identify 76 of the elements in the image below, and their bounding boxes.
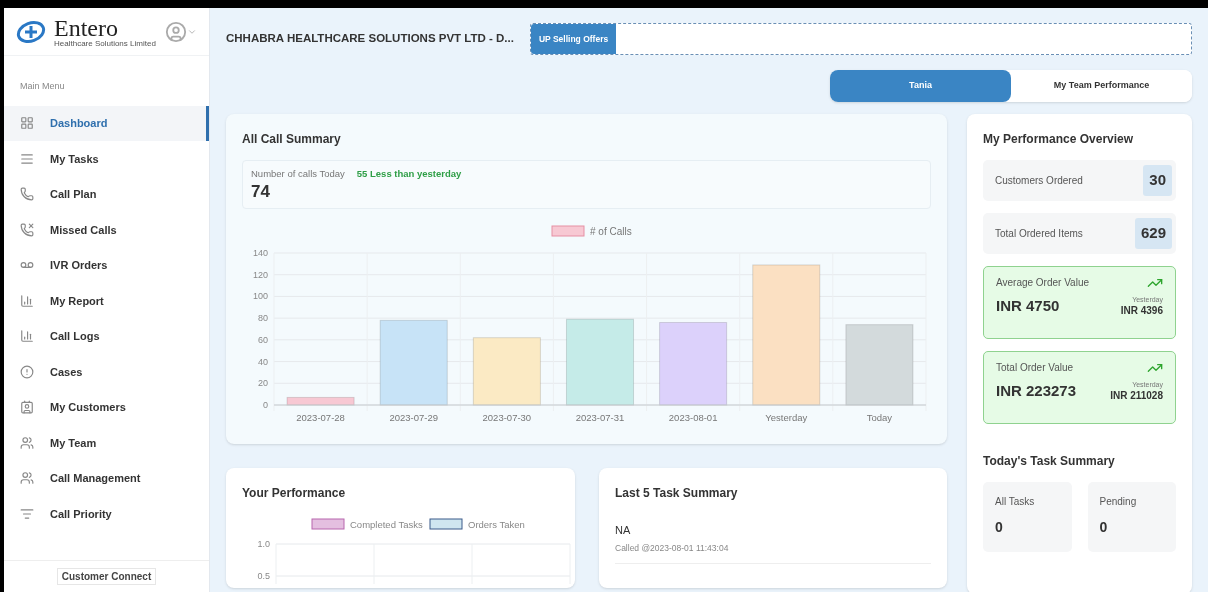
logo-tagline: Healthcare Solutions Limited: [54, 39, 156, 48]
stat-value: 629: [1134, 218, 1172, 249]
legend-label: Completed Tasks: [350, 518, 423, 530]
logo-icon: [16, 19, 46, 44]
menu-item[interactable]: My Tasks: [4, 141, 209, 177]
menu-item[interactable]: Call Priority: [4, 496, 209, 532]
company-title: CHHABRA HEALTHCARE SOLUTIONS PVT LTD - D...: [226, 31, 514, 47]
axis-label: 2023-08-01: [668, 412, 718, 424]
chart-icon: [20, 329, 34, 344]
compare-value: INR 211028: [1110, 389, 1163, 403]
lines-icon: [20, 151, 34, 166]
menu-item[interactable]: Call Logs: [4, 318, 209, 354]
axis-label: 2023-07-30: [482, 412, 532, 424]
compare-value: INR 4396: [1120, 304, 1163, 318]
axis-label: 2023-07-28: [296, 412, 345, 424]
task-label: All Tasks: [995, 494, 1036, 509]
menu-item[interactable]: Call Plan: [4, 176, 209, 212]
menu-item[interactable]: Missed Calls: [4, 212, 209, 248]
menu-item[interactable]: My Team: [4, 425, 209, 461]
menu-item[interactable]: Cases: [4, 354, 209, 390]
section-title: Today's Task Summary: [983, 452, 1116, 470]
legend-label: Orders Taken: [468, 518, 525, 530]
stat-label: Average Order Value: [996, 276, 1090, 291]
axis-label: 2023-07-29: [389, 412, 438, 424]
tab[interactable]: Tania: [830, 69, 1011, 102]
task-name: NA: [615, 522, 632, 538]
card-title: Your Performance: [242, 484, 347, 502]
avatar-icon[interactable]: [165, 20, 187, 43]
stat-label: Customers Ordered: [995, 173, 1083, 188]
grid-icon: [20, 116, 34, 131]
stat-label: Total Order Value: [996, 361, 1074, 376]
task-value: 0: [995, 517, 1004, 537]
logo-text: Entero: [54, 15, 119, 40]
menu-item[interactable]: My Report: [4, 283, 209, 319]
axis-tick: 100: [252, 291, 268, 302]
axis-tick: 20: [258, 378, 268, 389]
axis-tick: 60: [258, 335, 268, 346]
menu-item[interactable]: Dashboard: [4, 105, 209, 141]
menu-item[interactable]: IVR Orders: [4, 247, 209, 283]
upselling-button[interactable]: UP Selling Offers: [530, 23, 617, 54]
menu-item[interactable]: My Customers: [4, 389, 209, 425]
phone-icon: [20, 187, 34, 202]
contact-card-icon: [20, 400, 34, 415]
stat-value: INR 4750: [996, 295, 1060, 316]
legend-label: # of Calls: [590, 226, 632, 238]
axis-tick: 0: [263, 400, 268, 411]
axis-tick: 0.5: [257, 570, 270, 581]
menu-item[interactable]: Call Management: [4, 460, 209, 496]
stat-change: 55 Less than yesterday: [356, 166, 462, 181]
axis-tick: 140: [252, 248, 268, 259]
task-detail: Called @2023-08-01 11:43:04: [615, 542, 730, 556]
axis-tick: 120: [252, 270, 268, 281]
axis-tick: 1.0: [257, 538, 270, 549]
stat-label: Total Ordered Items: [995, 226, 1083, 241]
axis-tick: 40: [258, 356, 268, 367]
people-icon: [20, 471, 34, 486]
task-label: Pending: [1099, 494, 1138, 509]
list-icon: [20, 506, 34, 521]
alert-icon: [20, 364, 34, 379]
stat-value: 74: [251, 181, 271, 203]
axis-label: 2023-07-31: [575, 412, 625, 424]
axis-label: Today: [866, 412, 893, 424]
missed-call-icon: [20, 222, 34, 237]
stat-value: INR 223273: [996, 380, 1077, 401]
customer-connect-button[interactable]: Customer Connect: [56, 568, 157, 585]
section-label: Main Menu: [19, 80, 66, 93]
card-title: Last 5 Task Summary: [615, 484, 739, 502]
stat-label: Number of calls Today: [251, 166, 345, 181]
task-value: 0: [1099, 517, 1109, 537]
card-title: My Performance Overview: [983, 130, 1135, 148]
stat-value: 30: [1143, 165, 1172, 196]
card-title: All Call Summary: [242, 130, 342, 148]
chart-icon: [20, 293, 34, 308]
axis-label: Yesterday: [765, 412, 808, 424]
axis-tick: 80: [258, 313, 268, 324]
people-icon: [20, 435, 34, 450]
